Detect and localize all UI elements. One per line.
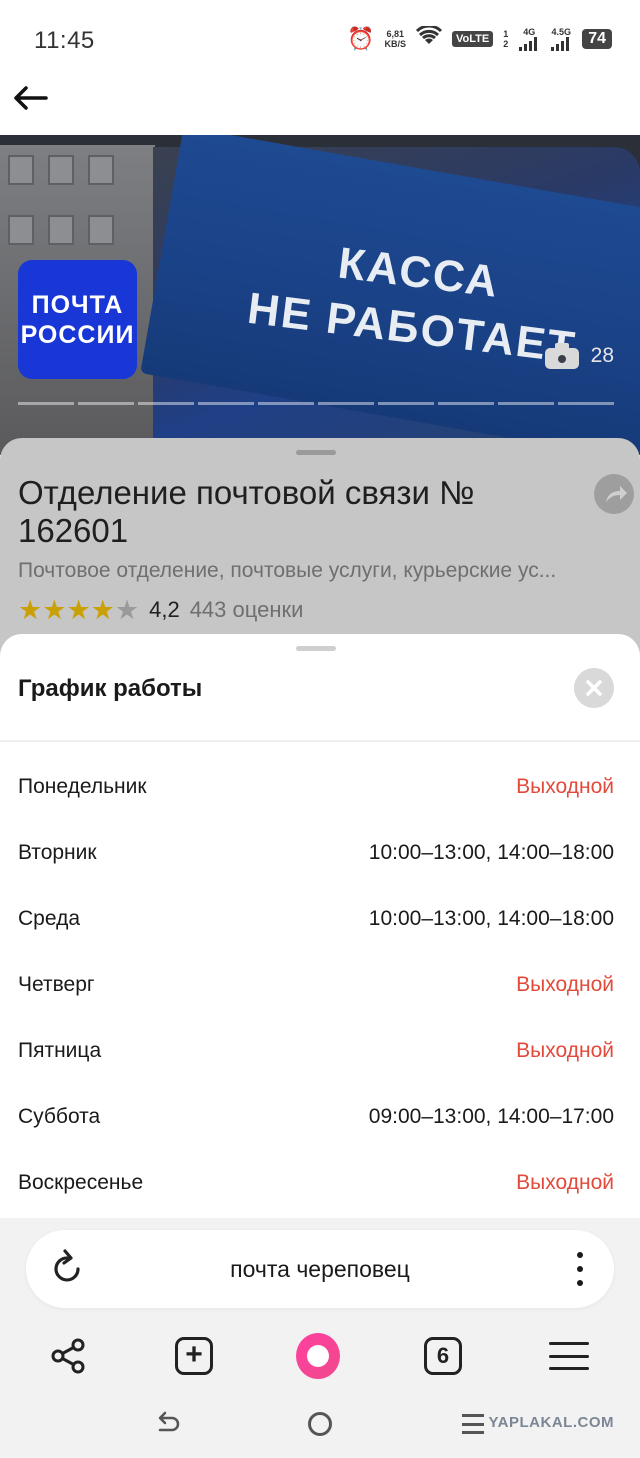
day-label: Суббота [18,1105,101,1128]
day-label: Пятница [18,1039,102,1062]
day-label: Вторник [18,841,97,864]
photo-progress [18,402,614,405]
hours-row-wednesday: Среда 10:00–13:00, 14:00–18:00 [18,886,614,952]
close-button[interactable] [574,668,614,708]
star-icon: ★ [18,595,43,625]
window [88,215,114,245]
hours-value: 10:00–13:00, 14:00–18:00 [368,841,614,864]
window [48,155,74,185]
hours-list: Понедельник Выходной Вторник 10:00–13:00… [18,754,614,1216]
watermark: YAPLAKAL.COM [488,1414,614,1431]
sheet-handle[interactable] [296,646,336,651]
top-bar [0,80,640,135]
hours-value: Выходной [516,1171,614,1194]
nav-recent-icon[interactable] [462,1414,484,1434]
star-icon: ★ [66,595,91,625]
hours-row-sunday: Воскресенье Выходной [18,1150,614,1216]
share-arrow-icon[interactable] [594,474,634,514]
progress-segment [438,402,494,405]
photo-count-value: 28 [590,344,614,367]
schedule-sheet: График работы Понедельник Выходной Вторн… [0,634,640,1218]
net-speed: 6,81 KB/S [384,29,406,49]
hours-row-thursday: Четверг Выходной [18,952,614,1018]
progress-segment [498,402,554,405]
day-label: Воскресенье [18,1171,144,1194]
window [88,155,114,185]
camera-icon [544,343,579,369]
tabs-icon[interactable]: 6 [421,1334,465,1378]
rating-value: 4,2 [149,597,180,622]
hours-value: 09:00–13:00, 14:00–17:00 [368,1105,614,1128]
hours-row-tuesday: Вторник 10:00–13:00, 14:00–18:00 [18,820,614,886]
search-bar[interactable]: почта череповец [26,1230,614,1308]
place-photo[interactable]: КАССА НЕ РАБОТАЕТ ПОЧТА РОССИИ 28 [0,135,640,455]
search-query[interactable]: почта череповец [26,1230,614,1308]
progress-segment [18,402,74,405]
system-navbar: YAPLAKAL.COM [0,1404,640,1444]
status-time: 11:45 [34,27,95,54]
star-icon: ★ [42,595,67,625]
place-category: Почтовое отделение, почтовые услуги, кур… [18,559,557,582]
progress-segment [318,402,374,405]
window [48,215,74,245]
signal-icon [551,37,570,51]
signal-icon [519,37,538,51]
progress-segment [558,402,614,405]
browser-toolbar: + 6 [0,1326,640,1386]
kebab-menu-icon[interactable] [572,1252,588,1286]
wifi-icon [415,24,443,52]
window [8,215,34,245]
close-icon [586,680,602,696]
signal-1: 4G [518,27,540,51]
nav-back-icon[interactable] [152,1404,182,1444]
hours-value: Выходной [516,973,614,996]
schedule-title: График работы [18,675,203,702]
progress-segment [258,402,314,405]
signal-2: 4.5G [550,27,572,51]
card-handle[interactable] [296,450,336,455]
rating-row[interactable]: ★ ★ ★ ★ ★ 4,2 443 оценки [18,596,303,624]
status-bar: 11:45 ⏰ 6,81 KB/S VoLTE 1 2 4G 4.5G 74 [0,0,640,80]
star-icon: ★ [90,595,115,625]
hours-row-friday: Пятница Выходной [18,1018,614,1084]
hours-value: 10:00–13:00, 14:00–18:00 [368,907,614,930]
progress-segment [378,402,434,405]
share-icon[interactable] [46,1334,90,1378]
progress-segment [198,402,254,405]
sim-indicator: 1 2 [503,29,509,49]
progress-segment [138,402,194,405]
hamburger-menu-icon[interactable] [547,1334,591,1378]
day-label: Среда [18,907,80,930]
window [8,155,34,185]
rating-count: 443 оценки [189,597,304,622]
back-arrow-icon[interactable] [10,80,50,116]
photo-count[interactable]: 28 [544,343,614,369]
hours-value: Выходной [516,1039,614,1062]
status-icons: ⏰ 6,81 KB/S VoLTE 1 2 4G 4.5G 74 [347,24,612,52]
hours-row-monday: Понедельник Выходной [18,754,614,820]
hours-row-saturday: Суббота 09:00–13:00, 14:00–17:00 [18,1084,614,1150]
day-label: Четверг [18,973,95,996]
browser-bottom: почта череповец + 6 YAPLAKAL.COM [0,1218,640,1458]
volte-badge: VoLTE [451,31,494,47]
alice-icon[interactable] [296,1333,340,1379]
alarm-icon: ⏰ [347,26,375,51]
day-label: Понедельник [18,775,147,798]
progress-segment [78,402,134,405]
pochta-logo: ПОЧТА РОССИИ [18,260,137,379]
divider [0,740,640,742]
battery-indicator: 74 [582,29,612,49]
reload-icon[interactable] [48,1247,88,1291]
add-tab-icon[interactable]: + [172,1334,216,1378]
place-title: Отделение почтовой связи № 162601 [18,474,475,549]
star-icon: ★ [114,595,140,625]
nav-home-icon[interactable] [308,1412,332,1436]
hours-value: Выходной [516,775,614,798]
